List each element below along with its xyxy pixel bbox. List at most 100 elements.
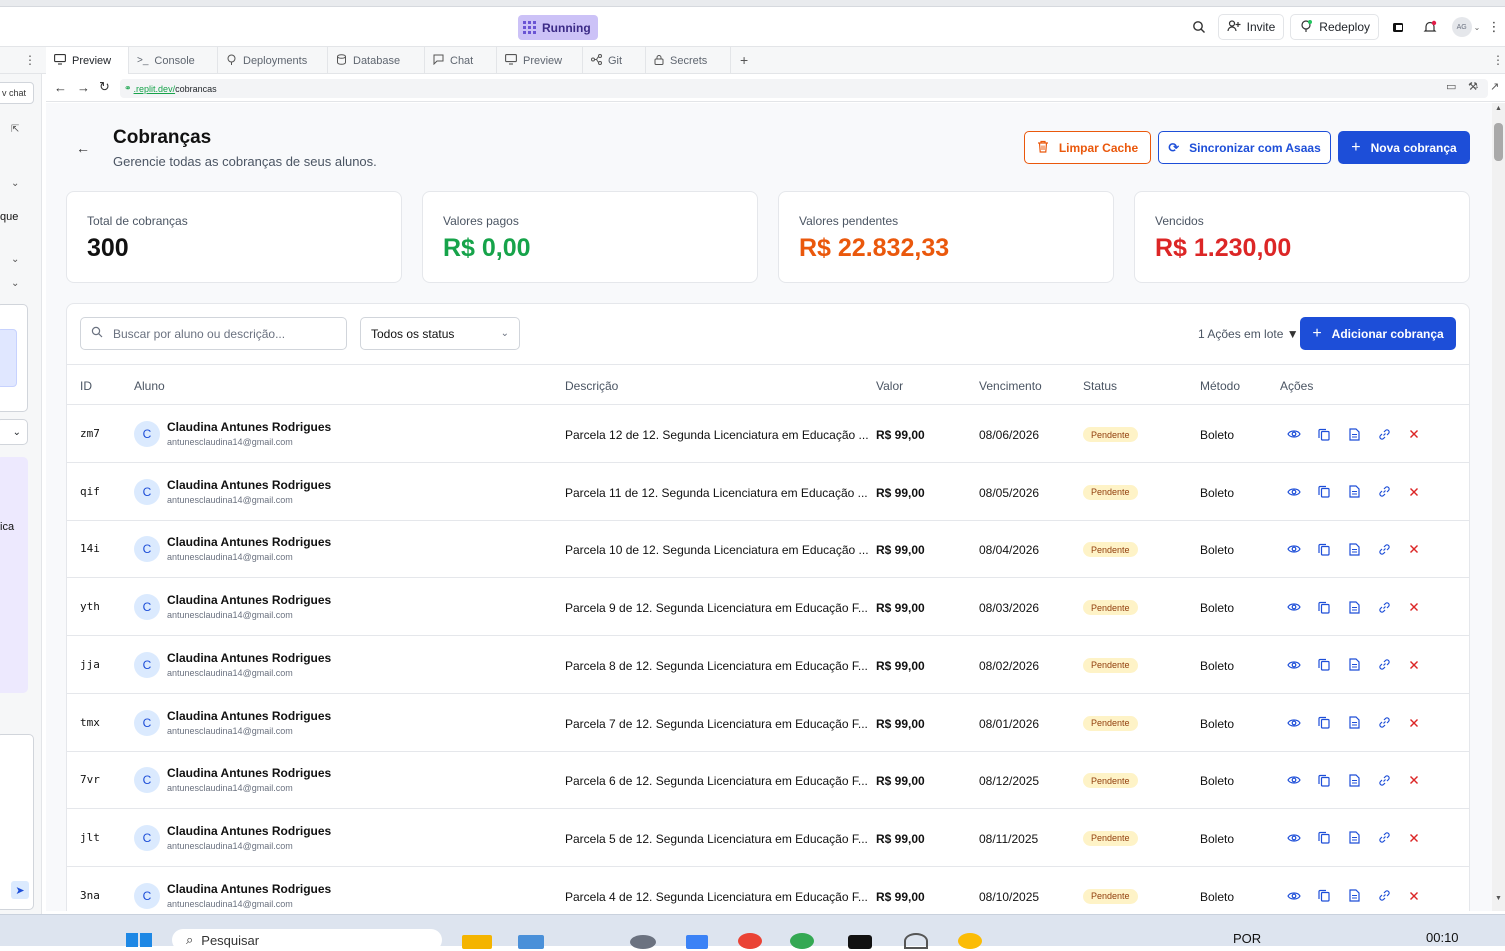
close-icon[interactable] bbox=[1405, 483, 1423, 501]
view-eye-icon[interactable] bbox=[1285, 540, 1303, 558]
url-input[interactable]: ⚭ .replit.dev/ cobrancas → bbox=[120, 79, 1488, 98]
scroll-up-icon[interactable]: ▲ bbox=[1495, 105, 1502, 112]
table-row[interactable]: 14i C Claudina Antunes Rodrigues antunescla… bbox=[67, 520, 1469, 579]
link-icon[interactable] bbox=[1375, 771, 1393, 789]
close-icon[interactable] bbox=[1405, 714, 1423, 732]
file-explorer-icon[interactable] bbox=[462, 935, 492, 949]
add-tab-icon[interactable]: + bbox=[740, 52, 748, 68]
link-icon[interactable] bbox=[1375, 425, 1393, 443]
col-aluno[interactable]: Aluno bbox=[134, 379, 165, 393]
document-icon[interactable] bbox=[1345, 829, 1363, 847]
close-icon[interactable] bbox=[1405, 656, 1423, 674]
copy-icon[interactable] bbox=[1315, 771, 1333, 789]
chevron-down-icon[interactable]: ⌄ bbox=[11, 178, 19, 189]
chevron-down-icon[interactable]: ⌄ bbox=[11, 254, 19, 265]
copy-icon[interactable] bbox=[1315, 598, 1333, 616]
status-filter-select[interactable]: Todos os status ⌄ bbox=[360, 317, 520, 350]
sync-asaas-button[interactable]: ⟳ Sincronizar com Asaas bbox=[1158, 131, 1331, 164]
collapse-dropdown[interactable]: ⌄ bbox=[0, 419, 28, 445]
document-icon[interactable] bbox=[1345, 540, 1363, 558]
language-indicator[interactable]: POR bbox=[1233, 931, 1261, 946]
notepad-icon[interactable] bbox=[686, 935, 708, 949]
scrollbar-thumb[interactable] bbox=[1494, 123, 1503, 161]
table-row[interactable]: tmx C Claudina Antunes Rodrigues antunescla… bbox=[67, 694, 1469, 752]
copy-icon[interactable] bbox=[1315, 887, 1333, 905]
copy-icon[interactable] bbox=[1315, 483, 1333, 501]
document-icon[interactable] bbox=[1345, 714, 1363, 732]
tab-console[interactable]: >_ Console bbox=[129, 47, 218, 74]
notification-bell-icon[interactable] bbox=[1417, 14, 1443, 40]
document-icon[interactable] bbox=[1345, 598, 1363, 616]
table-row[interactable]: jja C Claudina Antunes Rodrigues antunescla… bbox=[67, 636, 1469, 694]
forward-arrow-icon[interactable]: → bbox=[77, 80, 90, 95]
chrome-icon[interactable] bbox=[738, 933, 762, 949]
clear-cache-button[interactable]: Limpar Cache bbox=[1024, 131, 1151, 164]
document-icon[interactable] bbox=[1345, 656, 1363, 674]
table-row[interactable]: 7vr C Claudina Antunes Rodrigues antunescla… bbox=[67, 751, 1469, 810]
run-status-button[interactable]: Running bbox=[518, 15, 598, 40]
table-row[interactable]: zm7 C Claudina Antunes Rodrigues antunescla… bbox=[67, 405, 1469, 463]
settings-icon[interactable] bbox=[630, 935, 656, 949]
tab-secrets[interactable]: Secrets bbox=[646, 47, 731, 74]
table-row[interactable]: qif C Claudina Antunes Rodrigues antunescla… bbox=[67, 463, 1469, 521]
view-eye-icon[interactable] bbox=[1285, 656, 1303, 674]
scrollbar[interactable]: ▲ ▼ bbox=[1492, 103, 1505, 911]
col-metodo[interactable]: Método bbox=[1200, 379, 1240, 393]
view-eye-icon[interactable] bbox=[1285, 887, 1303, 905]
link-icon[interactable] bbox=[1375, 598, 1393, 616]
kebab-menu-icon[interactable]: ⋮ bbox=[1492, 53, 1504, 67]
view-eye-icon[interactable] bbox=[1285, 483, 1303, 501]
close-icon[interactable] bbox=[1405, 540, 1423, 558]
tab-preview-2[interactable]: Preview bbox=[497, 47, 583, 74]
col-id[interactable]: ID bbox=[80, 379, 92, 393]
document-icon[interactable] bbox=[1345, 771, 1363, 789]
wifi-app-icon[interactable] bbox=[904, 933, 928, 949]
user-avatar[interactable]: AG ⌄ bbox=[1449, 14, 1483, 40]
invite-button[interactable]: Invite bbox=[1217, 14, 1285, 40]
tab-git[interactable]: Git bbox=[583, 47, 646, 74]
terminal-app-icon[interactable] bbox=[848, 935, 872, 949]
more-icon[interactable]: ⋮ bbox=[1488, 14, 1501, 40]
new-chat-button[interactable]: v chat bbox=[0, 82, 34, 104]
add-charge-button[interactable]: + Adicionar cobrança bbox=[1300, 317, 1456, 350]
copy-icon[interactable] bbox=[1315, 829, 1333, 847]
back-arrow-icon[interactable]: ← bbox=[54, 80, 67, 95]
close-icon[interactable] bbox=[1405, 829, 1423, 847]
chevron-down-icon[interactable]: ⌄ bbox=[11, 278, 19, 289]
kebab-menu-icon[interactable]: ⋮ bbox=[24, 53, 36, 67]
link-icon[interactable] bbox=[1375, 887, 1393, 905]
col-vencimento[interactable]: Vencimento bbox=[979, 379, 1042, 393]
new-charge-button[interactable]: + Nova cobrança bbox=[1338, 131, 1470, 164]
view-eye-icon[interactable] bbox=[1285, 829, 1303, 847]
back-arrow-icon[interactable]: ← bbox=[76, 140, 90, 156]
tab-chat[interactable]: Chat bbox=[425, 47, 497, 74]
copy-icon[interactable] bbox=[1315, 425, 1333, 443]
taskbar-search[interactable]: ⌕ Pesquisar bbox=[172, 929, 442, 951]
table-row[interactable]: 3na C Claudina Antunes Rodrigues antunescla… bbox=[67, 867, 1469, 911]
copy-icon[interactable] bbox=[1315, 656, 1333, 674]
copy-icon[interactable] bbox=[1315, 540, 1333, 558]
document-icon[interactable] bbox=[1345, 483, 1363, 501]
tab-deployments[interactable]: Deployments bbox=[218, 47, 328, 74]
tab-preview[interactable]: Preview bbox=[46, 47, 129, 74]
reload-icon[interactable]: ↻ bbox=[99, 79, 110, 95]
app-icon[interactable] bbox=[518, 935, 544, 949]
col-valor[interactable]: Valor bbox=[876, 379, 903, 393]
chrome-icon[interactable] bbox=[958, 933, 982, 949]
link-icon[interactable] bbox=[1375, 714, 1393, 732]
open-external-icon[interactable]: ↗ bbox=[1490, 80, 1499, 93]
close-icon[interactable] bbox=[1405, 771, 1423, 789]
window-icon[interactable] bbox=[1385, 14, 1411, 40]
view-eye-icon[interactable] bbox=[1285, 425, 1303, 443]
bulk-actions-dropdown[interactable]: 1 Ações em lote ▼ bbox=[1198, 327, 1299, 341]
tab-database[interactable]: Database bbox=[328, 47, 425, 74]
link-icon[interactable] bbox=[1375, 656, 1393, 674]
view-eye-icon[interactable] bbox=[1285, 598, 1303, 616]
send-icon[interactable]: ➤ bbox=[11, 881, 29, 899]
view-eye-icon[interactable] bbox=[1285, 771, 1303, 789]
close-icon[interactable] bbox=[1405, 598, 1423, 616]
open-external-icon[interactable]: ⇱ bbox=[11, 124, 19, 135]
search-icon[interactable] bbox=[1186, 14, 1212, 40]
redeploy-button[interactable]: Redeploy bbox=[1290, 14, 1379, 40]
close-icon[interactable] bbox=[1405, 887, 1423, 905]
